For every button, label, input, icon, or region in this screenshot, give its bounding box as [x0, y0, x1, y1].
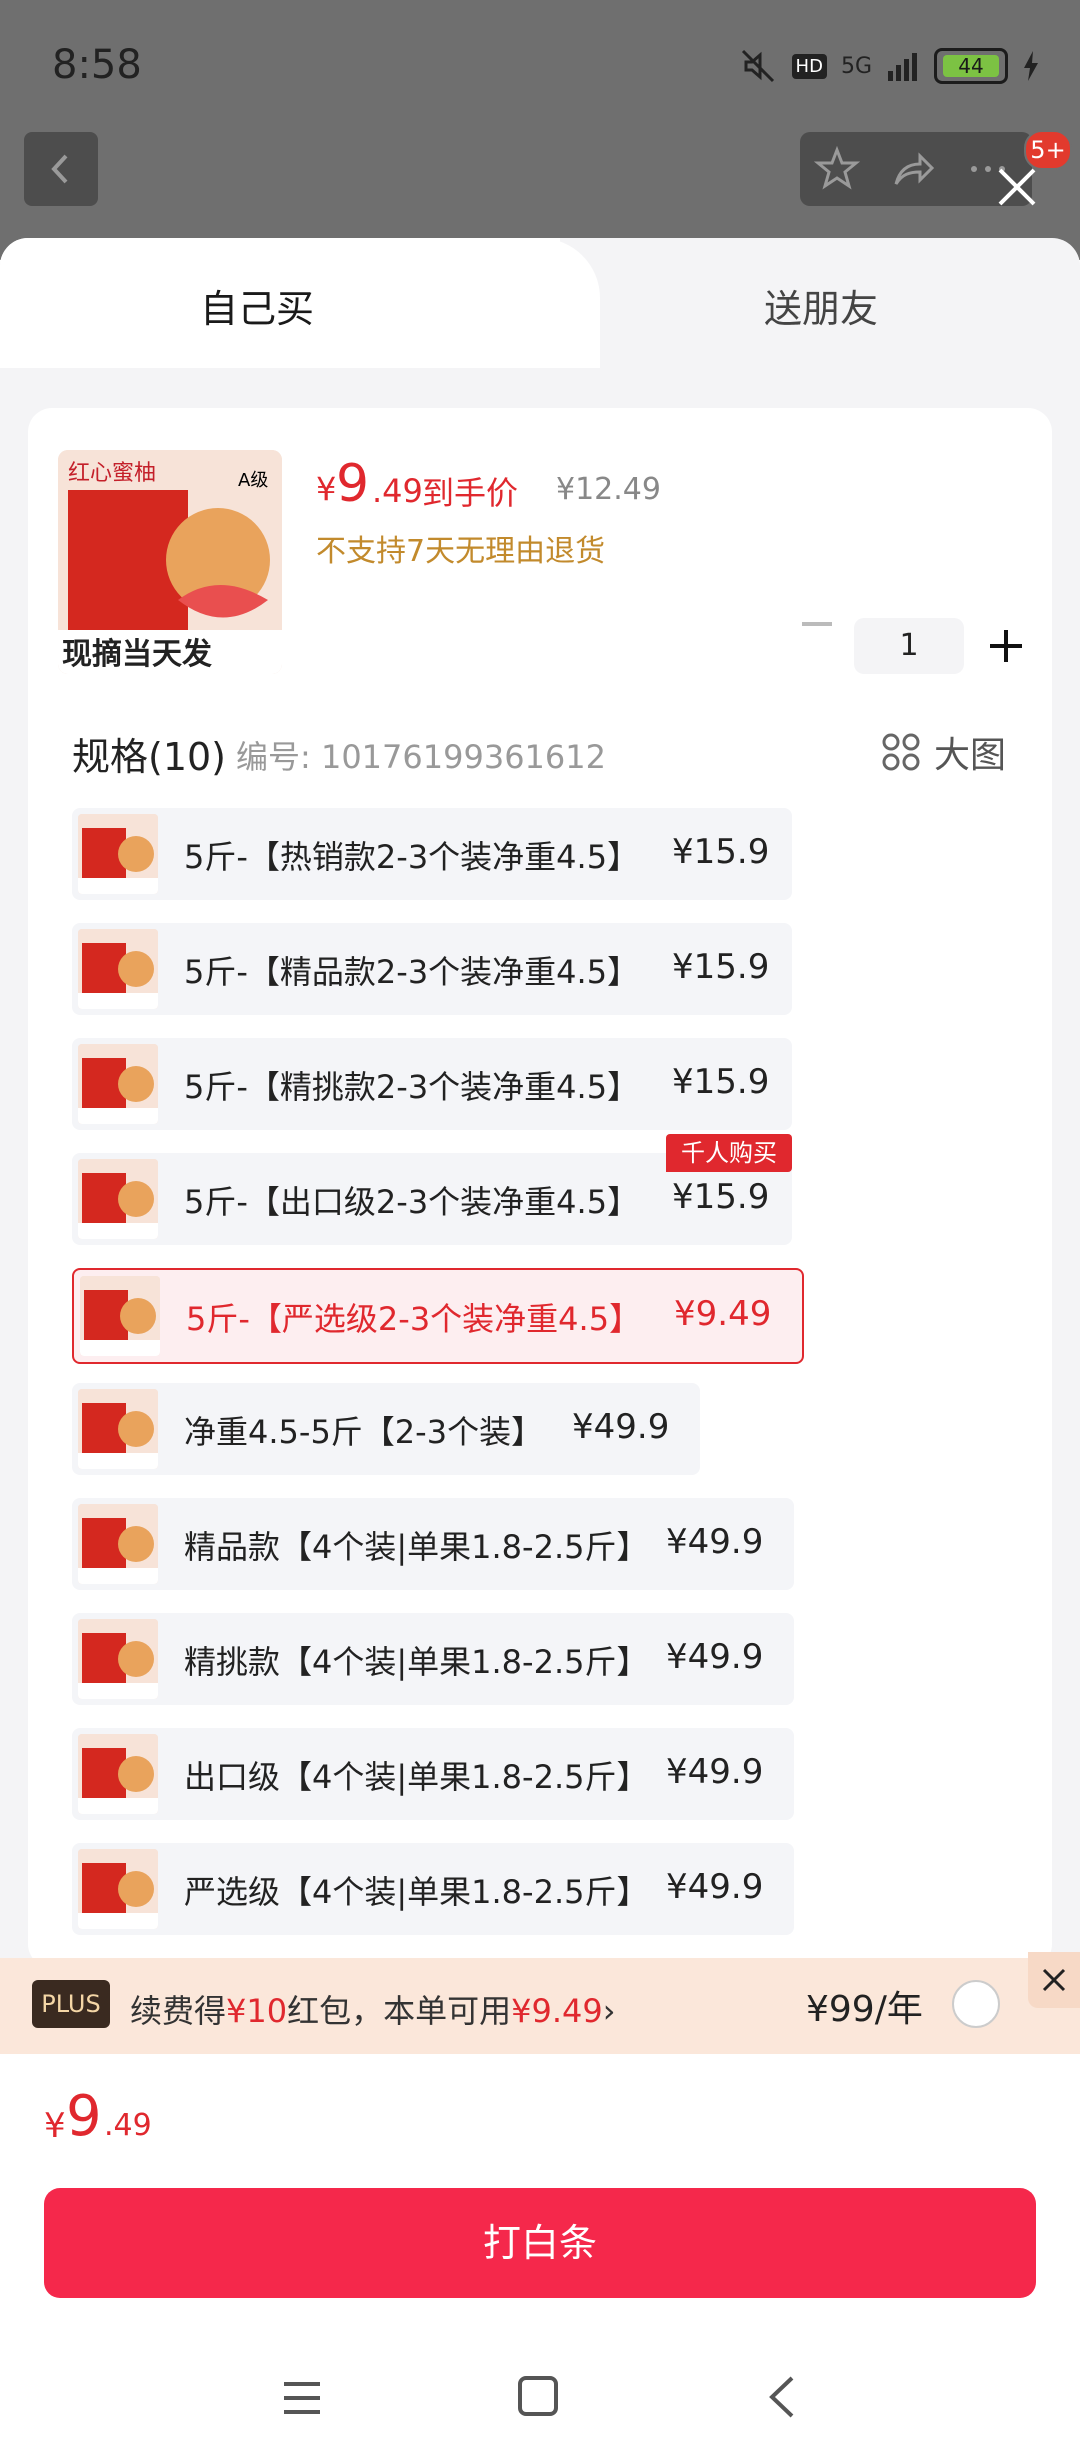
option-thumbnail	[80, 1276, 160, 1356]
option-price: ¥15.9	[672, 832, 770, 872]
option-price: ¥49.9	[666, 1752, 764, 1792]
option-price: ¥15.9	[672, 1062, 770, 1102]
status-time: 8:58	[52, 42, 142, 88]
star-icon[interactable]	[814, 146, 860, 192]
option-thumbnail	[78, 1159, 158, 1239]
option-price: ¥9.49	[674, 1294, 772, 1334]
option-label: 严选级【4个装|单果1.8-2.5斤】	[184, 1873, 649, 1911]
spec-option[interactable]: 5斤-【精挑款2-3个装净重4.5】 ¥15.9	[72, 1038, 792, 1130]
option-price: ¥49.9	[666, 1637, 764, 1677]
option-label: 5斤-【精挑款2-3个装净重4.5】	[184, 1068, 640, 1106]
option-thumbnail	[78, 1734, 158, 1814]
price-decimal: .49	[372, 472, 423, 510]
spec-option[interactable]: 精品款【4个装|单果1.8-2.5斤】 ¥49.9	[72, 1498, 794, 1590]
chevron-left-icon	[51, 154, 68, 184]
price-currency: ¥	[316, 470, 337, 508]
plus-price: ¥99/年	[806, 1989, 923, 2030]
option-label: 精品款【4个装|单果1.8-2.5斤】	[184, 1528, 649, 1566]
option-thumbnail	[78, 1619, 158, 1699]
spec-title: 规格(10)	[72, 735, 227, 779]
price-integer: 9	[336, 454, 370, 514]
quantity-plus-button[interactable]	[984, 624, 1028, 668]
option-thumbnail	[78, 929, 158, 1009]
network-label: 5G	[840, 53, 872, 79]
plus-text-a: 续费得	[130, 1992, 227, 2030]
option-label: 5斤-【热销款2-3个装净重4.5】	[184, 838, 640, 876]
plus-text-d: ¥9.49	[511, 1992, 603, 2030]
chevron-right-icon: ›	[602, 1992, 616, 2030]
spec-code: 编号: 10176199361612	[236, 738, 606, 776]
mute-icon	[741, 49, 774, 83]
quantity-minus-button[interactable]	[802, 622, 832, 626]
option-price: ¥15.9	[672, 947, 770, 987]
option-label: 净重4.5-5斤【2-3个装】	[184, 1413, 544, 1451]
battery-icon: 44	[934, 48, 1008, 84]
hd-badge: HD	[791, 53, 827, 79]
quantity-input[interactable]: 1	[854, 618, 964, 674]
option-thumbnail	[78, 1389, 158, 1469]
option-thumbnail	[78, 1504, 158, 1584]
tab-gift-friend[interactable]: 送朋友	[764, 278, 878, 333]
option-label: 5斤-【出口级2-3个装净重4.5】	[184, 1183, 640, 1221]
plus-text-b: ¥10	[226, 1992, 288, 2030]
close-icon[interactable]	[994, 164, 1040, 210]
plus-close-button[interactable]	[1028, 1952, 1080, 2008]
dimmed-background	[0, 0, 1080, 260]
original-price: ¥12.49	[556, 472, 661, 507]
return-policy: 不支持7天无理由退货	[316, 534, 606, 569]
status-icons: HD 5G 44	[738, 46, 1040, 86]
product-image[interactable]: 红心蜜柚 A级 现摘当天发	[58, 450, 282, 674]
image-caption: 现摘当天发	[62, 637, 212, 672]
total-currency: ¥	[44, 2106, 66, 2146]
plus-promo-text[interactable]: 续费得¥10红包，本单可用¥9.49›	[130, 1986, 616, 2032]
option-thumbnail	[78, 814, 158, 894]
option-price: ¥49.9	[572, 1407, 670, 1447]
total-integer: 9	[66, 2084, 102, 2149]
spec-option[interactable]: 5斤-【精品款2-3个装净重4.5】 ¥15.9	[72, 923, 792, 1015]
tab-buy-self[interactable]: 自己买	[200, 278, 314, 333]
total-decimal: .49	[104, 2108, 152, 2143]
grid-icon[interactable]	[882, 733, 920, 771]
share-icon[interactable]	[890, 146, 936, 192]
charging-icon	[1024, 51, 1038, 81]
option-label: 精挑款【4个装|单果1.8-2.5斤】	[184, 1643, 649, 1681]
spec-option[interactable]: 精挑款【4个装|单果1.8-2.5斤】 ¥49.9	[72, 1613, 794, 1705]
back-button[interactable]	[24, 132, 98, 206]
pomelo-image: 红心蜜柚 A级 现摘当天发	[58, 450, 282, 674]
buy-button[interactable]: 打白条	[44, 2188, 1036, 2298]
back-icon[interactable]	[766, 2374, 796, 2420]
image-title: 红心蜜柚	[68, 461, 156, 486]
option-label: 5斤-【严选级2-3个装净重4.5】	[186, 1300, 642, 1338]
option-label: 出口级【4个装|单果1.8-2.5斤】	[184, 1758, 649, 1796]
price-note: 到手价	[422, 474, 519, 512]
signal-icon	[888, 53, 917, 81]
spec-option[interactable]: 出口级【4个装|单果1.8-2.5斤】 ¥49.9	[72, 1728, 794, 1820]
option-price: ¥15.9	[672, 1177, 770, 1217]
plus-text-c: 红包，本单可用	[287, 1992, 512, 2030]
close-icon	[1042, 1968, 1066, 1992]
spec-option[interactable]: 5斤-【热销款2-3个装净重4.5】 ¥15.9	[72, 808, 792, 900]
option-thumbnail	[78, 1044, 158, 1124]
option-price: ¥49.9	[666, 1522, 764, 1562]
option-label: 5斤-【精品款2-3个装净重4.5】	[184, 953, 640, 991]
option-thumbnail	[78, 1849, 158, 1929]
spec-option[interactable]: 严选级【4个装|单果1.8-2.5斤】 ¥49.9	[72, 1843, 794, 1935]
battery-level: 44	[943, 55, 999, 77]
spec-option[interactable]: 5斤-【严选级2-3个装净重4.5】 ¥9.49	[72, 1268, 804, 1364]
hot-tag: 千人购买	[666, 1134, 792, 1172]
option-price: ¥49.9	[666, 1867, 764, 1907]
plus-badge: PLUS	[32, 1980, 110, 2028]
menu-icon[interactable]	[282, 2378, 322, 2418]
plus-radio[interactable]	[952, 1980, 1000, 2028]
big-image-toggle[interactable]: 大图	[934, 726, 1006, 778]
home-icon[interactable]	[518, 2376, 558, 2416]
spec-option[interactable]: 净重4.5-5斤【2-3个装】 ¥49.9	[72, 1383, 700, 1475]
image-grade: A级	[238, 470, 268, 491]
